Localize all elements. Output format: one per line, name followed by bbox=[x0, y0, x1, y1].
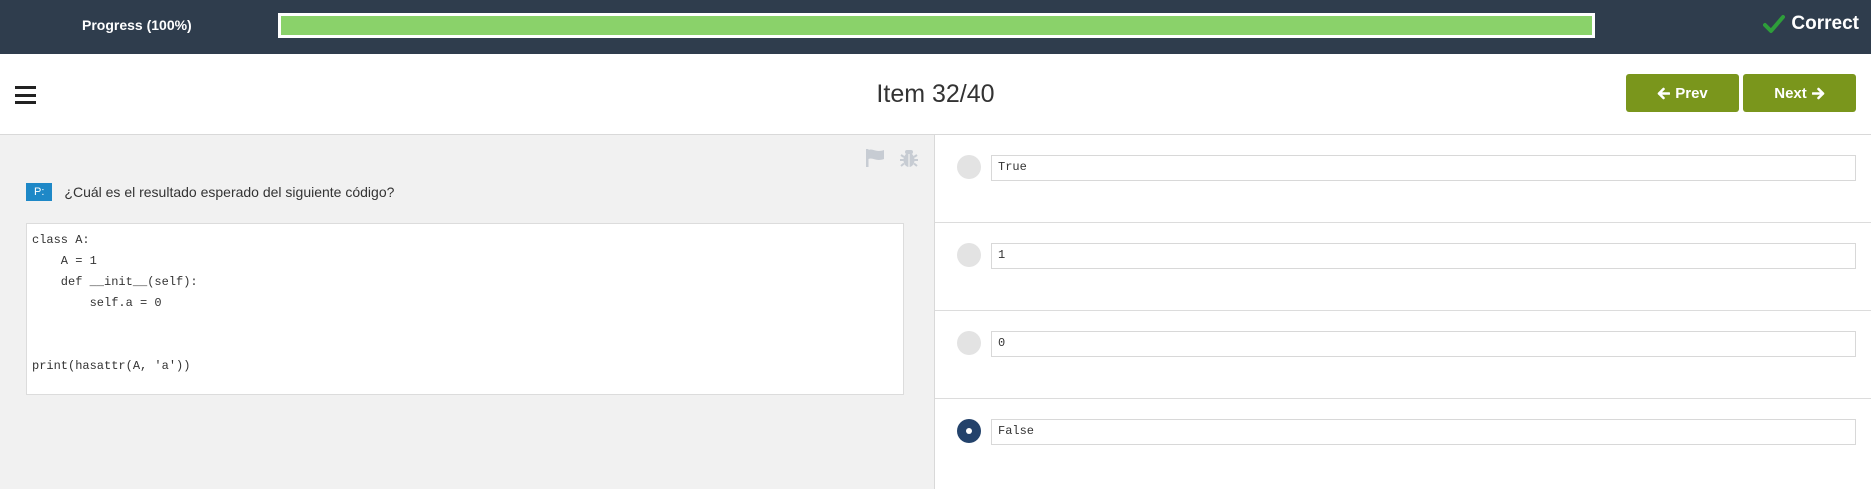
answer-option[interactable]: 0 bbox=[935, 311, 1871, 399]
answer-text: False bbox=[991, 419, 1856, 445]
prev-button-label: Prev bbox=[1675, 84, 1708, 102]
answer-text: True bbox=[991, 155, 1856, 181]
answer-text: 0 bbox=[991, 331, 1856, 357]
flag-icon[interactable] bbox=[864, 147, 886, 169]
answer-option[interactable]: 1 bbox=[935, 223, 1871, 311]
item-title: Item 32/40 bbox=[876, 80, 995, 108]
bug-icon[interactable] bbox=[898, 147, 920, 169]
arrow-right-icon bbox=[1811, 87, 1825, 99]
result-status: Correct bbox=[1763, 13, 1859, 35]
code-block: class A: A = 1 def __init__(self): self.… bbox=[26, 223, 904, 395]
progress-header: Progress (100%) Correct bbox=[0, 0, 1871, 54]
check-icon bbox=[1763, 15, 1786, 33]
question-tools bbox=[864, 147, 920, 169]
prev-button[interactable]: Prev bbox=[1626, 74, 1739, 112]
radio-button[interactable] bbox=[957, 155, 981, 179]
next-button[interactable]: Next bbox=[1743, 74, 1856, 112]
arrow-left-icon bbox=[1657, 87, 1671, 99]
progress-fill bbox=[281, 16, 1592, 35]
progress-bar bbox=[278, 13, 1595, 38]
radio-button[interactable] bbox=[957, 419, 981, 443]
answer-option[interactable]: True bbox=[935, 135, 1871, 223]
item-header: Item 32/40 Prev Next bbox=[0, 54, 1871, 135]
answer-text: 1 bbox=[991, 243, 1856, 269]
answers-pane: True 1 0 False bbox=[935, 135, 1871, 489]
question-row: P: ¿Cuál es el resultado esperado del si… bbox=[26, 183, 394, 201]
next-button-label: Next bbox=[1774, 84, 1807, 102]
radio-button[interactable] bbox=[957, 331, 981, 355]
question-text: ¿Cuál es el resultado esperado del sigui… bbox=[64, 184, 395, 200]
answer-option[interactable]: False bbox=[935, 399, 1871, 487]
progress-label: Progress (100%) bbox=[82, 17, 192, 33]
question-badge: P: bbox=[26, 183, 53, 201]
result-status-text: Correct bbox=[1791, 13, 1859, 34]
question-pane: P: ¿Cuál es el resultado esperado del si… bbox=[0, 135, 935, 489]
radio-button[interactable] bbox=[957, 243, 981, 267]
